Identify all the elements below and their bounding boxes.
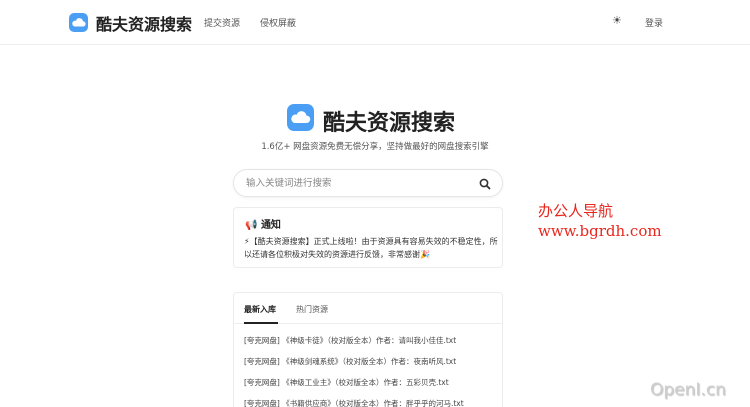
watermark-site-name: 办公人导航 xyxy=(538,202,614,220)
hero-subtitle: 1.6亿+ 网盘资源免费无偿分享，坚持做最好的网盘搜索引擎 xyxy=(261,142,489,152)
sun-icon[interactable]: ☀ xyxy=(612,14,622,27)
login-link[interactable]: 登录 xyxy=(645,16,663,29)
search-box xyxy=(233,169,503,197)
notice-card: 📢 通知 ⚡【酷夫资源搜索】正式上线啦！由于资源具有容易失效的不稳定性，所以还请… xyxy=(233,207,503,268)
watermark-site-url: www.bgrdh.com xyxy=(538,222,662,240)
list-item[interactable]: [夸克网盘] 《神级卡徒》（校对版全本）作者：请叫我小佳佳.txt xyxy=(244,335,456,346)
active-tab-indicator xyxy=(244,322,278,324)
notice-title-text: 通知 xyxy=(260,220,281,231)
notice-title: 📢 通知 xyxy=(245,216,281,231)
list-item[interactable]: [夸克网盘] 《神级剑魂系统》（校对版全本）作者：夜南听风.txt xyxy=(244,356,456,367)
resource-list-card: 最新入库 热门资源 [夸克网盘] 《神级卡徒》（校对版全本）作者：请叫我小佳佳.… xyxy=(233,292,503,407)
megaphone-icon: 📢 xyxy=(245,220,258,231)
brand-name[interactable]: 酷夫资源搜索 xyxy=(96,11,192,35)
nav-copyright-block[interactable]: 侵权屏蔽 xyxy=(260,16,296,29)
search-input[interactable] xyxy=(246,175,466,192)
cloud-logo-icon[interactable] xyxy=(69,13,88,32)
notice-text: 【酷夫资源搜索】正式上线啦！由于资源具有容易失效的不稳定性，所以还请各位积极对失… xyxy=(244,237,498,259)
list-item[interactable]: [夸克网盘] 《神级工业主》（校对版全本）作者：五彩贝壳.txt xyxy=(244,377,449,388)
top-header: 酷夫资源搜索 提交资源 侵权屏蔽 ☀ 登录 xyxy=(0,0,750,45)
tab-latest[interactable]: 最新入库 xyxy=(244,304,276,315)
nav-submit-resource[interactable]: 提交资源 xyxy=(204,16,240,29)
cloud-hero-icon xyxy=(287,104,314,131)
hero-title: 酷夫资源搜索 xyxy=(323,111,456,136)
party-icon: 🎉 xyxy=(420,250,430,259)
watermark-corner: OpenI.cn xyxy=(650,380,726,400)
list-item[interactable]: [夸克网盘] 《书籍供应商》（校对版全本）作者：胖乎乎的河马.txt xyxy=(244,398,464,407)
tab-bar: 最新入库 热门资源 xyxy=(234,293,502,324)
notice-body: ⚡【酷夫资源搜索】正式上线啦！由于资源具有容易失效的不稳定性，所以还请各位积极对… xyxy=(244,235,500,261)
tab-popular[interactable]: 热门资源 xyxy=(296,304,328,315)
search-icon[interactable] xyxy=(478,176,492,190)
